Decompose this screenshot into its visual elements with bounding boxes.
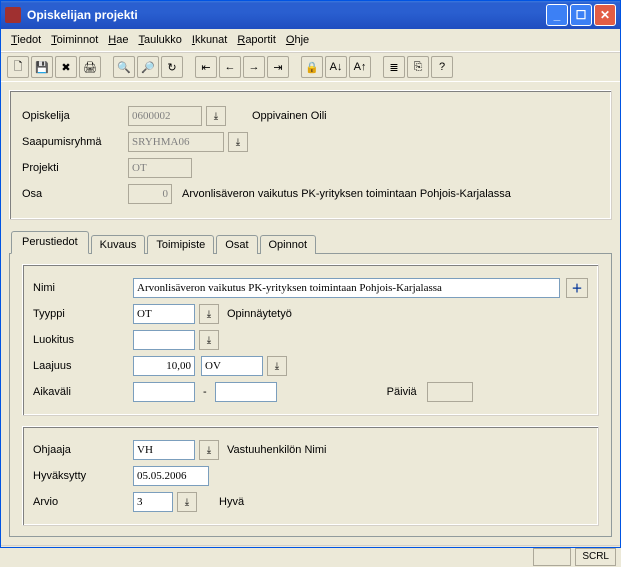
ohjaaja-field[interactable] [133,440,195,460]
laajuus-label: Laajuus [33,360,133,372]
nimi-field[interactable] [133,278,560,298]
menu-toiminnot-label: oiminnot [57,34,99,46]
tb-sort-desc[interactable]: A↑ [349,56,371,78]
menu-raportit[interactable]: Raportit [233,32,280,48]
menu-ikkunat-label: kkunat [195,34,227,46]
menu-raportit-label: aportit [245,34,276,46]
menu-ikkunat[interactable]: Ikkunat [188,32,231,48]
tb-delete[interactable]: ✖ [55,56,77,78]
tab-kuvaus[interactable]: Kuvaus [91,235,146,254]
luokitus-field[interactable] [133,330,195,350]
ohjaaja-lookup-button[interactable]: ⤓ [199,440,219,460]
luokitus-lookup-button[interactable]: ⤓ [199,330,219,350]
minimize-button[interactable]: _ [546,4,568,26]
saapumisryhma-field [128,132,224,152]
tb-refresh[interactable]: ↻ [161,56,183,78]
tyyppi-description: Opinnäytetyö [227,308,292,320]
arvio-label: Arvio [33,496,133,508]
ohjaaja-description: Vastuuhenkilön Nimi [227,444,326,456]
paivia-label: Päiviä [387,386,417,398]
aikavali-to-field[interactable] [215,382,277,402]
laajuus-unit-lookup-button[interactable]: ⤓ [267,356,287,376]
menu-tiedot[interactable]: Tiedot [7,32,45,48]
arvio-description: Hyvä [219,496,244,508]
tab-strip: Perustiedot Kuvaus Toimipiste Osat Opinn… [9,230,612,253]
tb-print[interactable]: 🖨 [79,56,101,78]
client-area: Opiskelija ⤓ Oppivainen Oili Saapumisryh… [1,82,620,545]
saapumisryhma-lookup-button[interactable]: ⤓ [228,132,248,152]
tb-list[interactable]: ≣ [383,56,405,78]
nimi-add-button[interactable]: ＋ [566,278,588,298]
saapumisryhma-label: Saapumisryhmä [22,136,128,148]
title-bar: Opiskelijan projekti _ ☐ ✕ [1,1,620,29]
tb-zoom-in[interactable]: 🔍 [113,56,135,78]
header-group: Opiskelija ⤓ Oppivainen Oili Saapumisryh… [9,90,612,220]
menu-tiedot-label: iedot [17,34,41,46]
tb-zoom-out[interactable]: 🔎 [137,56,159,78]
tb-first[interactable]: ⇤ [195,56,217,78]
laajuus-unit-field[interactable] [201,356,263,376]
window-title: Opiskelijan projekti [27,8,546,22]
menu-ohje-label: hje [294,34,309,46]
tb-exit[interactable]: ⎘ [407,56,429,78]
ohjaaja-label: Ohjaaja [33,444,133,456]
luokitus-label: Luokitus [33,334,133,346]
opiskelija-field [128,106,202,126]
opiskelija-lookup-button[interactable]: ⤓ [206,106,226,126]
maximize-button[interactable]: ☐ [570,4,592,26]
menu-taulukko-label: aulukko [144,34,182,46]
projekti-field [128,158,192,178]
status-cell-scrl: SCRL [575,548,616,566]
menu-toiminnot[interactable]: Toiminnot [47,32,102,48]
tb-next[interactable]: → [243,56,265,78]
menu-hae-label: ae [116,34,128,46]
tb-help[interactable]: ? [431,56,453,78]
menu-taulukko[interactable]: Taulukko [134,32,185,48]
aikavali-separator: - [203,386,207,398]
hyvaksytty-field[interactable] [133,466,209,486]
tb-prev[interactable]: ← [219,56,241,78]
tab-perustiedot[interactable]: Perustiedot [11,231,89,254]
osa-label: Osa [22,188,128,200]
evaluation-group: Ohjaaja ⤓ Vastuuhenkilön Nimi Hyväksytty… [22,426,599,526]
hyvaksytty-label: Hyväksytty [33,470,133,482]
menu-ohje[interactable]: Ohje [282,32,313,48]
tb-sort-asc[interactable]: A↓ [325,56,347,78]
tyyppi-label: Tyyppi [33,308,133,320]
aikavali-from-field[interactable] [133,382,195,402]
projekti-label: Projekti [22,162,128,174]
paivia-field [427,382,473,402]
menu-bar: Tiedot Toiminnot Hae Taulukko Ikkunat Ra… [1,29,620,52]
close-button[interactable]: ✕ [594,4,616,26]
tb-new[interactable]: 🗋 [7,56,29,78]
tb-last[interactable]: ⇥ [267,56,289,78]
arvio-field[interactable] [133,492,173,512]
tyyppi-lookup-button[interactable]: ⤓ [199,304,219,324]
laajuus-field[interactable] [133,356,195,376]
tb-save[interactable]: 💾 [31,56,53,78]
opiskelija-name: Oppivainen Oili [252,110,327,122]
app-icon [5,7,21,23]
osa-field [128,184,172,204]
tb-lock[interactable]: 🔒 [301,56,323,78]
toolbar: 🗋 💾 ✖ 🖨 🔍 🔎 ↻ ⇤ ← → ⇥ 🔒 A↓ A↑ ≣ ⎘ ? [1,52,620,82]
opiskelija-label: Opiskelija [22,110,128,122]
arvio-lookup-button[interactable]: ⤓ [177,492,197,512]
osa-description: Arvonlisäveron vaikutus PK-yrityksen toi… [182,188,511,200]
menu-hae[interactable]: Hae [104,32,132,48]
status-cell-1 [533,548,571,566]
tab-opinnot[interactable]: Opinnot [260,235,317,254]
tab-panel-perustiedot: Nimi ＋ Tyyppi ⤓ Opinnäytetyö Luokitus ⤓ … [9,253,612,537]
aikavali-label: Aikaväli [33,386,133,398]
tab-osat[interactable]: Osat [216,235,257,254]
tyyppi-field[interactable] [133,304,195,324]
tab-toimipiste[interactable]: Toimipiste [147,235,214,254]
status-bar: SCRL [1,545,620,567]
nimi-label: Nimi [33,282,133,294]
details-group: Nimi ＋ Tyyppi ⤓ Opinnäytetyö Luokitus ⤓ … [22,264,599,416]
